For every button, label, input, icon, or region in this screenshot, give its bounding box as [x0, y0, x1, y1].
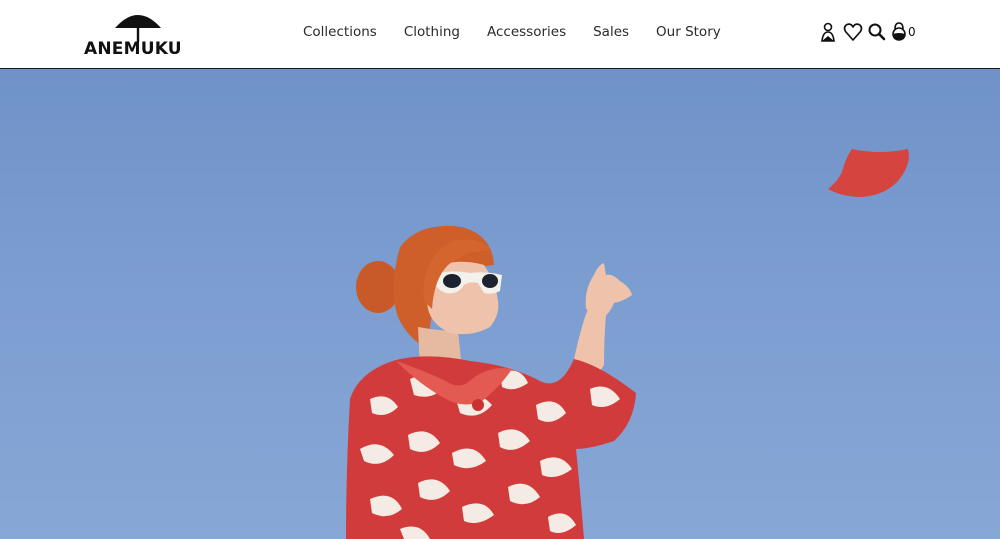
- search-icon[interactable]: [867, 21, 887, 43]
- user-icon[interactable]: [819, 21, 839, 43]
- main-nav: Collections Clothing Accessories Sales O…: [303, 22, 721, 42]
- bag-icon[interactable]: [891, 21, 907, 43]
- nav-item-our-story[interactable]: Our Story: [656, 22, 721, 42]
- nav-item-collections[interactable]: Collections: [303, 22, 377, 42]
- woman-figure: [346, 225, 636, 539]
- hero-image: [346, 149, 909, 539]
- heart-icon[interactable]: [843, 21, 863, 43]
- header-actions: 0: [819, 21, 916, 43]
- brand-name: ANEMUKU: [84, 39, 182, 59]
- nav-item-sales[interactable]: Sales: [593, 22, 629, 42]
- red-fabric-shape: [828, 149, 909, 197]
- nav-item-accessories[interactable]: Accessories: [487, 22, 566, 42]
- cart-count-badge: 0: [908, 25, 916, 39]
- brand-logo[interactable]: ANEMUKU: [84, 6, 182, 60]
- site-header: ANEMUKU Collections Clothing Accessories…: [0, 0, 1000, 69]
- nav-item-clothing[interactable]: Clothing: [404, 22, 460, 42]
- hero-banner: [0, 69, 1000, 539]
